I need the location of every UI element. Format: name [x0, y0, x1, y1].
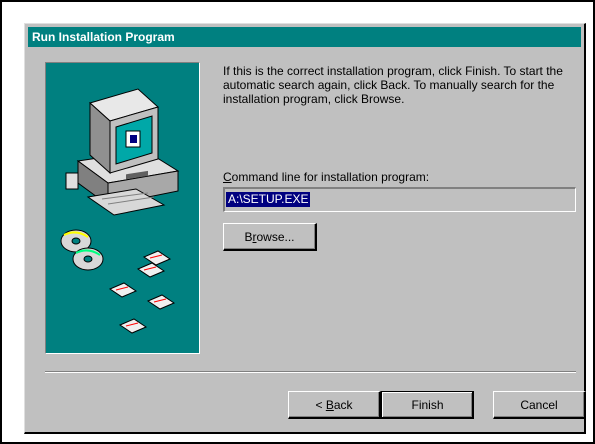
command-line-value[interactable]: A:\SETUP.EXE: [226, 192, 311, 207]
back-label-prefix: <: [315, 398, 326, 412]
finish-button[interactable]: Finish: [381, 391, 474, 419]
instructions-text: If this is the correct installation prog…: [223, 64, 563, 106]
outer-frame: Run Installation Program If this is the …: [0, 0, 595, 444]
command-line-label-text: ommand line for installation program:: [231, 170, 430, 184]
computer-icon: [65, 88, 180, 216]
floppy-disk-icon: [108, 250, 176, 334]
browse-label-pre: B: [244, 230, 253, 244]
back-label-rest: ack: [333, 398, 353, 412]
command-line-label: Command line for installation program:: [223, 170, 429, 184]
cancel-button[interactable]: Cancel: [493, 391, 586, 419]
browse-label-post: owse...: [256, 230, 295, 244]
back-label-access: B: [325, 398, 334, 412]
browse-button[interactable]: Browse...: [223, 223, 317, 251]
compact-disc-icon: [60, 229, 104, 271]
command-line-label-access-key: C: [223, 170, 232, 184]
back-button[interactable]: < Back: [288, 391, 381, 419]
command-line-input[interactable]: A:\SETUP.EXE: [223, 187, 576, 212]
setup-illustration: [45, 62, 200, 354]
run-installation-dialog: Run Installation Program If this is the …: [24, 23, 586, 434]
button-separator: [45, 371, 576, 373]
finish-label: Finish: [411, 398, 444, 412]
dialog-title: Run Installation Program: [28, 27, 581, 47]
cancel-label: Cancel: [520, 398, 558, 412]
